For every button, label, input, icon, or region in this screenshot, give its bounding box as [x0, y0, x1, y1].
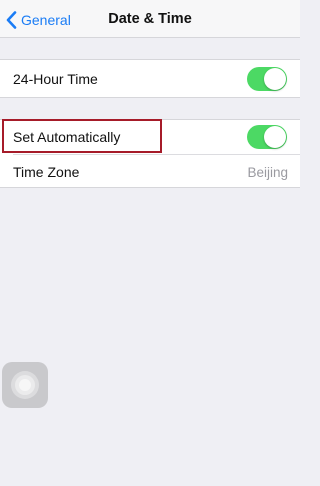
page-title: Date & Time — [108, 11, 192, 27]
hour24-row: 24-Hour Time — [0, 62, 300, 96]
time-zone-row[interactable]: Time Zone Beijing — [0, 155, 300, 189]
hour24-toggle[interactable] — [247, 67, 287, 91]
assistive-touch-button[interactable] — [2, 362, 48, 408]
toggle-knob — [264, 126, 286, 148]
set-automatically-toggle[interactable] — [247, 125, 287, 149]
assistive-touch-center — [19, 379, 31, 391]
hour24-label: 24-Hour Time — [13, 71, 98, 87]
time-zone-value: Beijing — [247, 164, 288, 180]
navigation-bar: General Date & Time — [0, 0, 300, 38]
time-zone-label: Time Zone — [13, 164, 80, 180]
highlight-annotation — [2, 119, 162, 153]
toggle-knob — [264, 68, 286, 90]
settings-group-format: 24-Hour Time — [0, 59, 300, 98]
